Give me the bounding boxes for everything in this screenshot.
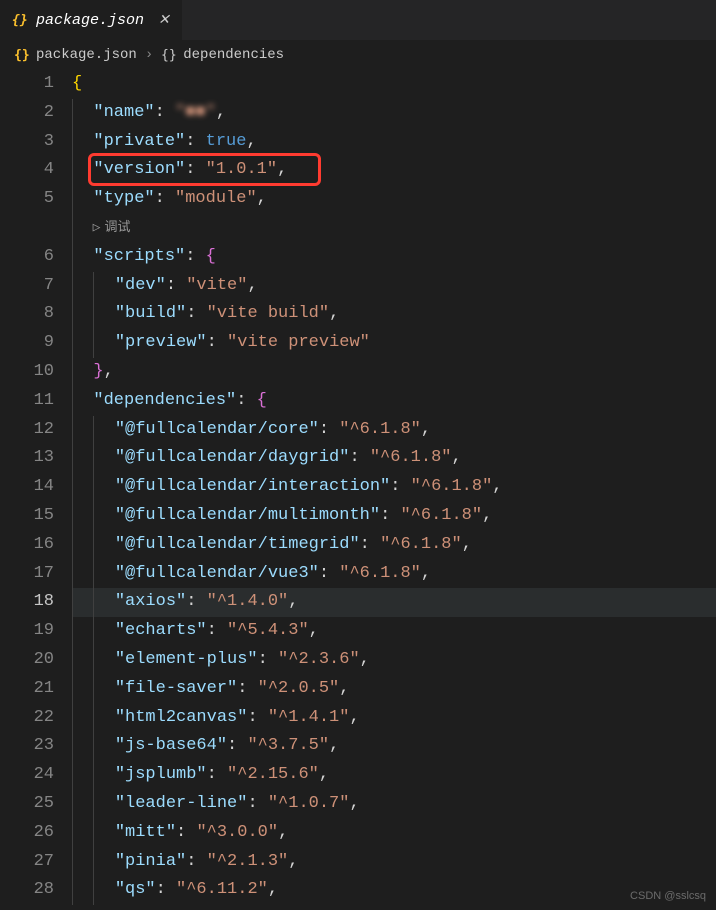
tab-package-json[interactable]: {} package.json ✕ — [0, 0, 183, 40]
code-line: "name": "■■", — [72, 99, 716, 128]
line-number: 1 — [0, 70, 54, 99]
line-number: 23 — [0, 732, 54, 761]
json-file-icon: {} — [14, 47, 30, 63]
line-number: 20 — [0, 646, 54, 675]
breadcrumb[interactable]: {} package.json › {} dependencies — [0, 40, 716, 70]
gutter: 1 2 3 4 5 6 7 8 9 10 11 12 13 14 15 16 1… — [0, 70, 72, 910]
code-line: "dependencies": { — [72, 387, 716, 416]
code-line: "element-plus": "^2.3.6", — [72, 646, 716, 675]
code-line: "qs": "^6.11.2", — [72, 876, 716, 905]
line-number: 5 — [0, 185, 54, 214]
line-number: 25 — [0, 790, 54, 819]
line-number: 12 — [0, 416, 54, 445]
code-line: "dev": "vite", — [72, 272, 716, 301]
line-number: 19 — [0, 617, 54, 646]
breadcrumb-file: package.json — [36, 47, 137, 63]
code-line: "version": "1.0.1", — [72, 156, 716, 185]
play-icon: ▷ — [93, 214, 101, 243]
line-number: 22 — [0, 704, 54, 733]
line-number: 10 — [0, 358, 54, 387]
line-number — [0, 214, 54, 243]
code-line: "file-saver": "^2.0.5", — [72, 675, 716, 704]
chevron-right-icon: › — [145, 47, 153, 63]
braces-icon: {} — [161, 47, 177, 63]
code-line: "html2canvas": "^1.4.1", — [72, 704, 716, 733]
line-number: 17 — [0, 560, 54, 589]
line-number: 18 — [0, 588, 54, 617]
line-number: 15 — [0, 502, 54, 531]
code-line: "leader-line": "^1.0.7", — [72, 790, 716, 819]
code-area[interactable]: { "name": "■■", "private": true, "versio… — [72, 70, 716, 910]
line-number: 27 — [0, 848, 54, 877]
line-number: 9 — [0, 329, 54, 358]
breadcrumb-section: dependencies — [183, 47, 284, 63]
line-number: 26 — [0, 819, 54, 848]
tab-bar: {} package.json ✕ — [0, 0, 716, 40]
tab-label: package.json — [36, 12, 144, 29]
line-number: 14 — [0, 473, 54, 502]
line-number: 3 — [0, 128, 54, 157]
svg-text:{}: {} — [14, 48, 30, 63]
code-line: "preview": "vite preview" — [72, 329, 716, 358]
line-number: 6 — [0, 243, 54, 272]
line-number: 16 — [0, 531, 54, 560]
json-file-icon: {} — [12, 12, 28, 28]
code-line: "build": "vite build", — [72, 300, 716, 329]
svg-text:{}: {} — [161, 48, 177, 63]
code-line: "@fullcalendar/vue3": "^6.1.8", — [72, 560, 716, 589]
editor[interactable]: 1 2 3 4 5 6 7 8 9 10 11 12 13 14 15 16 1… — [0, 70, 716, 910]
code-line: "jsplumb": "^2.15.6", — [72, 761, 716, 790]
code-line: "js-base64": "^3.7.5", — [72, 732, 716, 761]
line-number: 24 — [0, 761, 54, 790]
code-line: "@fullcalendar/timegrid": "^6.1.8", — [72, 531, 716, 560]
line-number: 8 — [0, 300, 54, 329]
codelens-debug[interactable]: ▷ 调试 — [72, 214, 716, 243]
line-number: 13 — [0, 444, 54, 473]
line-number: 2 — [0, 99, 54, 128]
line-number: 7 — [0, 272, 54, 301]
code-line: "pinia": "^2.1.3", — [72, 848, 716, 877]
code-line: "@fullcalendar/core": "^6.1.8", — [72, 416, 716, 445]
code-line: "@fullcalendar/daygrid": "^6.1.8", — [72, 444, 716, 473]
line-number: 11 — [0, 387, 54, 416]
code-line: "private": true, — [72, 128, 716, 157]
svg-text:{}: {} — [12, 13, 28, 28]
line-number: 21 — [0, 675, 54, 704]
code-line: "axios": "^1.4.0", — [72, 588, 716, 617]
code-line: }, — [72, 358, 716, 387]
watermark: CSDN @sslcsq — [630, 890, 706, 902]
code-line: "@fullcalendar/multimonth": "^6.1.8", — [72, 502, 716, 531]
line-number: 28 — [0, 876, 54, 905]
code-line: "mitt": "^3.0.0", — [72, 819, 716, 848]
close-icon[interactable]: ✕ — [158, 12, 170, 29]
code-line: "echarts": "^5.4.3", — [72, 617, 716, 646]
code-line: "scripts": { — [72, 243, 716, 272]
code-line: "type": "module", — [72, 185, 716, 214]
code-line: "@fullcalendar/interaction": "^6.1.8", — [72, 473, 716, 502]
code-line: { — [72, 70, 716, 99]
line-number: 4 — [0, 156, 54, 185]
